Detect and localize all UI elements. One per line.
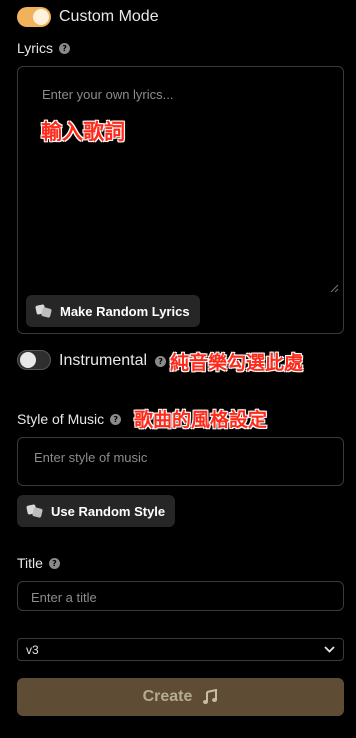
- make-random-lyrics-button[interactable]: Make Random Lyrics: [26, 295, 200, 327]
- make-random-lyrics-label: Make Random Lyrics: [60, 303, 190, 319]
- use-random-style-button[interactable]: Use Random Style: [17, 495, 176, 527]
- lyrics-label-text: Lyrics: [17, 40, 54, 56]
- create-button[interactable]: Create: [17, 678, 344, 716]
- style-label: Style of Music ?: [17, 411, 122, 427]
- style-input[interactable]: Enter style of music: [17, 437, 344, 486]
- create-label: Create: [142, 688, 193, 705]
- dice-icon: [35, 304, 52, 318]
- custom-mode-toggle[interactable]: [17, 7, 51, 27]
- version-selected: v3: [26, 642, 39, 657]
- style-label-text: Style of Music: [17, 411, 105, 427]
- lyrics-label: Lyrics ?: [17, 40, 71, 56]
- toggle-knob: [20, 352, 36, 368]
- title-input[interactable]: Enter a title: [17, 581, 344, 611]
- music-note-icon: [203, 689, 218, 704]
- style-help-icon[interactable]: ?: [110, 413, 122, 425]
- style-annotation: 歌曲的風格設定: [134, 409, 268, 431]
- title-label-text: Title: [17, 555, 43, 571]
- toggle-knob: [33, 9, 49, 25]
- instrumental-label-text: Instrumental: [59, 352, 148, 369]
- lyrics-annotation: 輸入歌詞: [41, 120, 125, 144]
- dice-icon: [26, 504, 43, 518]
- instrumental-annotation: 純音樂勾選此處: [170, 352, 304, 374]
- resize-handle-icon[interactable]: [330, 284, 339, 293]
- lyrics-textarea[interactable]: Enter your own lyrics... Make Random Lyr…: [17, 66, 344, 334]
- title-label: Title ?: [17, 555, 60, 571]
- lyrics-placeholder: Enter your own lyrics...: [42, 87, 174, 102]
- style-placeholder: Enter style of music: [34, 450, 148, 465]
- version-select[interactable]: v3: [17, 638, 344, 661]
- instrumental-help-icon[interactable]: ?: [155, 355, 167, 367]
- title-placeholder: Enter a title: [31, 590, 97, 605]
- lyrics-help-icon[interactable]: ?: [59, 42, 71, 54]
- instrumental-label: Instrumental ?: [59, 352, 167, 370]
- chevron-down-icon: [324, 646, 335, 653]
- custom-mode-label: Custom Mode: [59, 8, 159, 25]
- instrumental-toggle[interactable]: [17, 350, 51, 370]
- use-random-style-label: Use Random Style: [51, 503, 166, 519]
- title-help-icon[interactable]: ?: [48, 557, 60, 569]
